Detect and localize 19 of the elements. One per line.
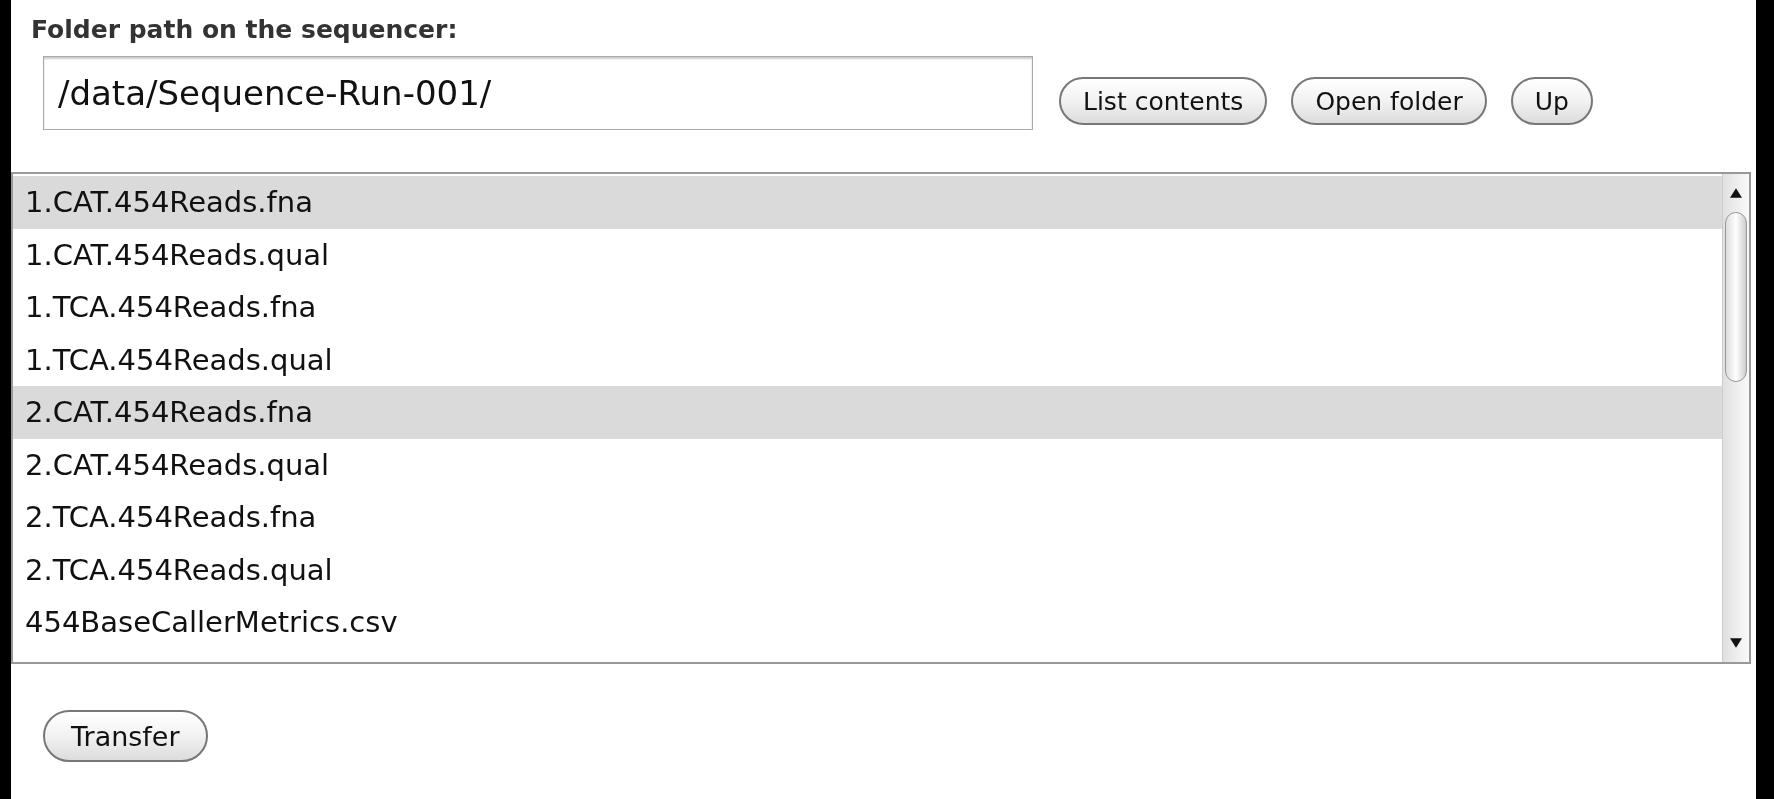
- scroll-bar[interactable]: [1722, 174, 1749, 662]
- action-button[interactable]: Up: [1510, 77, 1593, 125]
- file-item[interactable]: 1.CAT.454Reads.qual: [13, 228, 1722, 281]
- file-item[interactable]: 1.CAT.454Reads.fna: [13, 176, 1722, 229]
- transfer-button[interactable]: Transfer: [43, 710, 208, 762]
- field-label: Folder path on the sequencer:: [31, 14, 459, 46]
- action-button[interactable]: Open folder: [1291, 77, 1487, 125]
- file-item[interactable]: 2.TCA.454Reads.fna: [13, 491, 1722, 544]
- scroll-thumb[interactable]: [1725, 212, 1747, 382]
- file-item[interactable]: 2.CAT.454Reads.qual: [13, 438, 1722, 491]
- file-item[interactable]: 1.TCA.454Reads.qual: [13, 333, 1722, 386]
- action-button[interactable]: List contents: [1059, 77, 1268, 125]
- file-item[interactable]: 1.TCA.454Reads.fna: [13, 281, 1722, 334]
- file-item[interactable]: 2.TCA.454Reads.qual: [13, 543, 1722, 596]
- down-arrow-icon[interactable]: [1730, 638, 1742, 648]
- file-item[interactable]: 2.CAT.454Reads.fna: [13, 386, 1722, 439]
- up-arrow-icon[interactable]: [1730, 188, 1742, 198]
- file-item[interactable]: 454BaseCallerMetrics.csv: [13, 596, 1722, 649]
- path-field[interactable]: /data/Sequence-Run-001/: [43, 56, 1033, 130]
